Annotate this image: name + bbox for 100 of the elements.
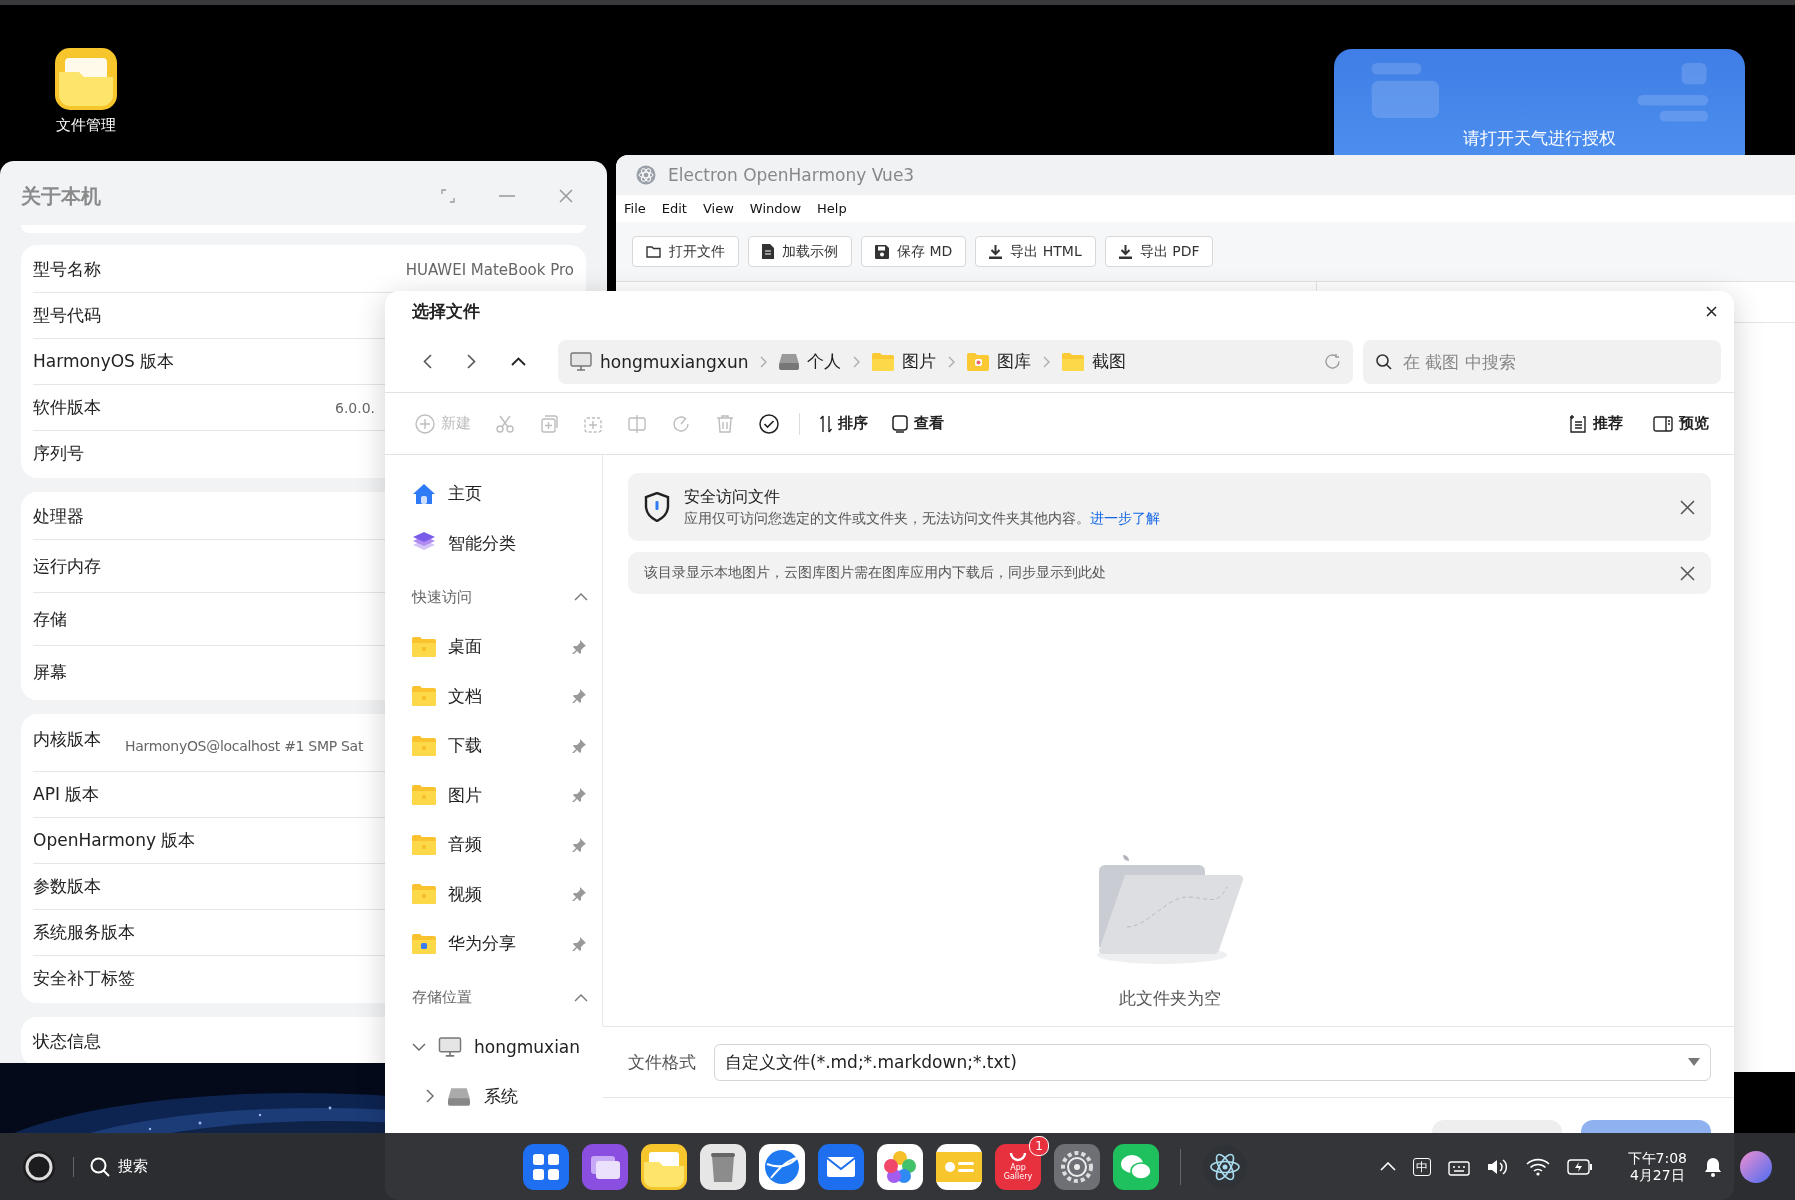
- forward-icon[interactable]: [467, 354, 476, 369]
- window-title: 关于本机: [21, 182, 101, 210]
- breadcrumb-item[interactable]: 图片: [872, 350, 937, 373]
- sidebar-item[interactable]: 桌面: [412, 622, 602, 672]
- sidebar-item[interactable]: 下载: [412, 721, 602, 771]
- toolbar-button[interactable]: 预览: [1653, 414, 1709, 433]
- sidebar-item[interactable]: 图片: [412, 770, 602, 820]
- toolbar-button[interactable]: 导出 HTML: [975, 236, 1096, 267]
- toolbar-button[interactable]: 保存 MD: [861, 236, 967, 267]
- chevron-right-icon: [853, 355, 861, 368]
- close-icon[interactable]: [1680, 499, 1695, 515]
- pin-icon[interactable]: [572, 837, 586, 852]
- search-button[interactable]: 搜索: [90, 1156, 148, 1177]
- toolbar-button[interactable]: 加载示例: [748, 236, 852, 267]
- rotate-icon: [671, 413, 691, 434]
- sidebar-item[interactable]: 华为分享: [412, 919, 602, 969]
- menu-item[interactable]: Help: [817, 201, 847, 216]
- globe-app-icon[interactable]: [759, 1143, 805, 1190]
- info-label: 参数版本: [33, 875, 101, 898]
- menu-item[interactable]: View: [702, 201, 734, 216]
- breadcrumb-item[interactable]: 图库: [967, 350, 1032, 373]
- close-icon[interactable]: [1706, 305, 1717, 317]
- input-method-indicator[interactable]: 中: [1412, 1157, 1431, 1176]
- shield-icon: [644, 492, 670, 522]
- tree-item[interactable]: hongmuxian: [412, 1022, 602, 1072]
- toolbar-button[interactable]: 导出 PDF: [1104, 236, 1214, 267]
- chat-app-icon[interactable]: [1113, 1143, 1159, 1190]
- info-label: 存储: [33, 607, 67, 631]
- breadcrumb-item[interactable]: 截图: [1062, 350, 1127, 373]
- bell-icon[interactable]: [1704, 1156, 1722, 1177]
- toolbar-button[interactable]: 打开文件: [632, 236, 739, 267]
- flower-app-icon[interactable]: [877, 1143, 923, 1190]
- info-value: 6.0.0.: [335, 399, 376, 416]
- search-icon: [90, 1156, 110, 1177]
- floppy-icon: [875, 244, 889, 259]
- banner-title: 安全访问文件: [684, 486, 781, 508]
- bag-icon: [1009, 1152, 1027, 1162]
- avatar-icon[interactable]: [1739, 1149, 1773, 1184]
- up-icon[interactable]: [511, 357, 526, 366]
- chevron-right-icon: [1043, 355, 1051, 368]
- sidebar-item[interactable]: 视频: [412, 869, 602, 919]
- file-format-dropdown[interactable]: 自定义文件(*.md;*.markdown;*.txt): [714, 1043, 1711, 1081]
- folder-icon: [412, 785, 436, 806]
- atom-app-icon[interactable]: [1202, 1143, 1248, 1190]
- chevron-icon[interactable]: [426, 1089, 434, 1103]
- folder-app-icon[interactable]: [641, 1143, 687, 1190]
- back-icon[interactable]: [423, 354, 432, 369]
- tree-item[interactable]: 系统: [412, 1071, 602, 1121]
- windows-app-icon[interactable]: [582, 1143, 628, 1190]
- info-label: 型号名称: [33, 258, 101, 281]
- section-header[interactable]: 快速访问: [412, 572, 602, 622]
- folder-icon: [412, 636, 436, 657]
- chevron-up-icon[interactable]: [1379, 1162, 1396, 1171]
- toolbar-button[interactable]: [759, 413, 779, 434]
- chevron-icon[interactable]: [412, 1043, 426, 1051]
- drive-icon: [448, 1086, 470, 1106]
- pin-icon[interactable]: [572, 639, 586, 654]
- sidebar-item[interactable]: 主页: [412, 469, 602, 519]
- breadcrumb-item[interactable]: 个人: [779, 350, 842, 373]
- menu-item[interactable]: File: [624, 201, 646, 216]
- breadcrumb-item[interactable]: hongmuxiangxun: [570, 351, 749, 372]
- folder-icon: [412, 686, 436, 707]
- trash-icon: [715, 413, 735, 434]
- sidebar-item[interactable]: 音频: [412, 820, 602, 870]
- info-label: OpenHarmony 版本: [33, 829, 196, 852]
- info-label: 屏幕: [33, 660, 67, 684]
- gear-app-icon[interactable]: [1054, 1143, 1100, 1190]
- scissors-icon: [495, 413, 515, 434]
- view-icon: [892, 414, 908, 433]
- folder-app-icon[interactable]: [55, 48, 117, 110]
- grid-app-icon[interactable]: [523, 1143, 569, 1190]
- trash-app-icon[interactable]: [700, 1143, 746, 1190]
- pin-icon[interactable]: [572, 936, 586, 951]
- menu-item[interactable]: Window: [749, 201, 802, 216]
- start-icon[interactable]: [21, 1148, 57, 1185]
- toolbar-button[interactable]: 排序: [820, 414, 868, 433]
- mail-app-icon[interactable]: [818, 1143, 864, 1190]
- clock[interactable]: 下午7:08 4月27日: [1627, 1149, 1687, 1184]
- sidebar-item[interactable]: 智能分类: [412, 518, 602, 568]
- toolbar-button[interactable]: 推荐: [1569, 414, 1623, 433]
- search-icon: [1376, 353, 1392, 370]
- notes-app-icon[interactable]: [936, 1143, 982, 1190]
- pin-icon[interactable]: [572, 887, 586, 902]
- close-icon[interactable]: [1680, 565, 1695, 581]
- toolbar-button[interactable]: 查看: [892, 414, 944, 433]
- battery-icon[interactable]: [1566, 1158, 1593, 1175]
- chevron-icon: [574, 593, 588, 601]
- menu-item[interactable]: Edit: [661, 201, 687, 216]
- sidebar-item[interactable]: 文档: [412, 671, 602, 721]
- notification-badge: 1: [1029, 1135, 1049, 1156]
- folder-icon: [1062, 352, 1085, 371]
- learn-more-link[interactable]: 进一步了解: [1090, 509, 1160, 526]
- pin-icon[interactable]: [572, 689, 586, 704]
- search-field[interactable]: 在 截图 中搜索: [1363, 339, 1721, 384]
- info-value: HarmonyOS@localhost #1 SMP Sat: [125, 738, 364, 754]
- volume-icon[interactable]: [1486, 1157, 1509, 1176]
- pin-icon[interactable]: [572, 788, 586, 803]
- section-header[interactable]: 存储位置: [412, 972, 602, 1023]
- pin-icon[interactable]: [572, 738, 586, 753]
- wifi-icon[interactable]: [1525, 1157, 1550, 1176]
